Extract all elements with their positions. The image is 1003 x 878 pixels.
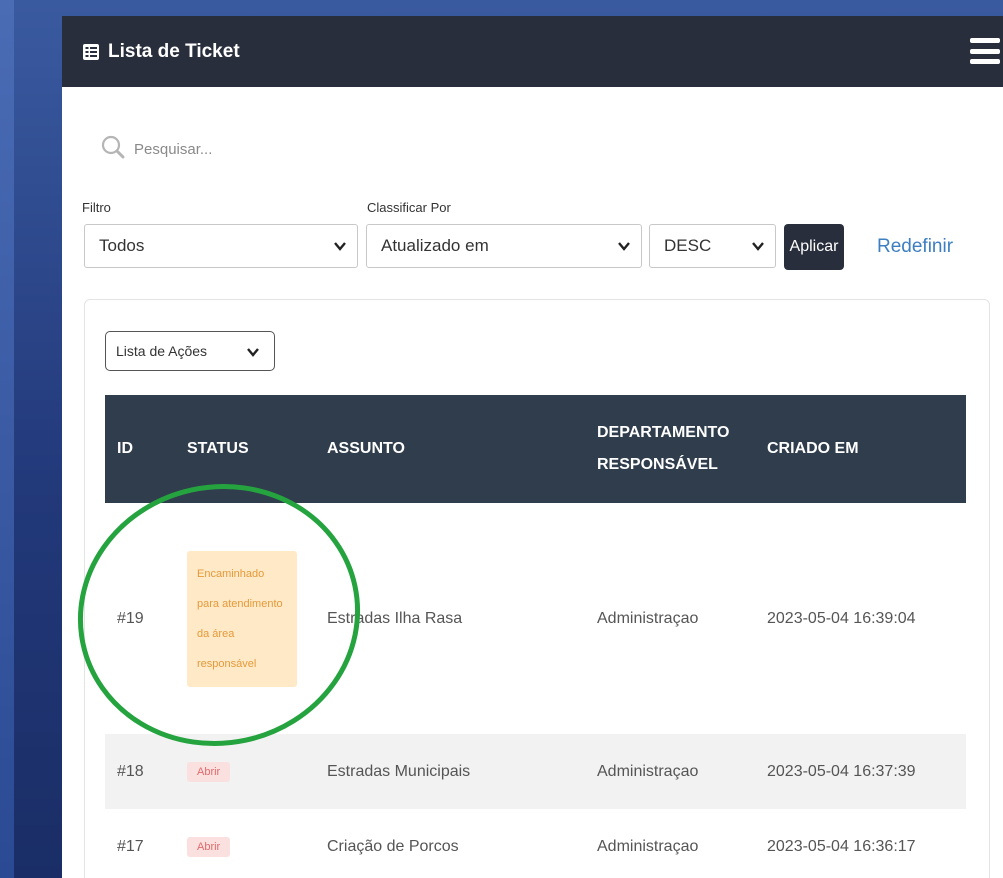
sort-label: Classificar Por: [367, 200, 451, 215]
table-row[interactable]: #19 Encaminhado para atendimento da área…: [105, 503, 966, 734]
search-bar[interactable]: [100, 134, 434, 164]
actions-select-label: Lista de Ações: [116, 343, 208, 359]
column-header-id[interactable]: ID: [105, 395, 175, 503]
table-header-row: ID STATUS ASSUNTO DEPARTAMENTO RESPONSÁV…: [105, 395, 966, 503]
ticket-id: #19: [117, 609, 144, 627]
column-header-department[interactable]: DEPARTAMENTO RESPONSÁVEL: [585, 395, 755, 503]
filter-select-value: Todos: [99, 236, 145, 255]
apply-button[interactable]: Aplicar: [784, 224, 844, 270]
hamburger-menu-icon[interactable]: [970, 36, 1000, 66]
column-header-created[interactable]: CRIADO EM: [755, 395, 966, 503]
actions-select[interactable]: Lista de Ações: [105, 331, 275, 371]
ticket-department: Administraçao: [597, 609, 699, 627]
search-input[interactable]: [134, 140, 434, 158]
ticket-subject[interactable]: Estradas Ilha Rasa: [315, 503, 585, 734]
ticket-status-cell: Abrir: [175, 809, 315, 878]
chevron-down-icon: [246, 345, 260, 362]
ticket-created: 2023-05-04 16:36:17: [767, 837, 916, 855]
ticket-created: 2023-05-04 16:37:39: [767, 762, 916, 780]
sort-select-value: Atualizado em: [381, 236, 489, 255]
ticket-department: Administraçao: [597, 837, 699, 855]
ticket-table-card: Lista de Ações ID STATUS ASSUNTO DEPARTA…: [84, 299, 990, 878]
column-header-subject[interactable]: ASSUNTO: [315, 395, 585, 503]
card-header: Lista de Ticket: [62, 16, 1003, 87]
column-header-status[interactable]: STATUS: [175, 395, 315, 503]
chevron-down-icon: [751, 238, 765, 258]
order-select-value: DESC: [664, 236, 712, 255]
chevron-down-icon: [617, 238, 631, 258]
order-select[interactable]: DESC: [649, 224, 776, 268]
column-header-department-line1: DEPARTAMENTO: [597, 424, 730, 441]
background-strip: [0, 0, 14, 878]
ticket-subject[interactable]: Estradas Municipais: [315, 734, 585, 809]
tickets-table: ID STATUS ASSUNTO DEPARTAMENTO RESPONSÁV…: [105, 395, 966, 878]
sort-select[interactable]: Atualizado em: [366, 224, 642, 268]
ticket-department: Administraçao: [597, 762, 699, 780]
reset-link[interactable]: Redefinir: [877, 236, 953, 258]
search-icon: [100, 134, 126, 164]
status-badge: Encaminhado para atendimento da área res…: [187, 550, 297, 687]
table-row[interactable]: #18 Abrir Estradas Municipais Administra…: [105, 734, 966, 809]
status-badge: Abrir: [187, 836, 231, 857]
page-title-text: Lista de Ticket: [108, 40, 240, 62]
page-title: Lista de Ticket: [62, 41, 240, 63]
filter-label: Filtro: [82, 200, 111, 215]
ticket-status-cell: Abrir: [175, 734, 315, 809]
ticket-created: 2023-05-04 16:39:04: [767, 609, 916, 627]
ticket-status-cell: Encaminhado para atendimento da área res…: [175, 503, 315, 734]
ticket-list-card: Lista de Ticket Filtro Classificar Por T…: [62, 16, 1003, 878]
ticket-id: #17: [117, 837, 144, 855]
status-badge: Abrir: [187, 761, 231, 782]
chevron-down-icon: [333, 238, 347, 258]
column-header-department-line2: RESPONSÁVEL: [597, 456, 718, 473]
list-icon: [82, 43, 100, 61]
ticket-id: #18: [117, 762, 144, 780]
filter-select[interactable]: Todos: [84, 224, 358, 268]
ticket-subject[interactable]: Criação de Porcos: [315, 809, 585, 878]
table-row[interactable]: #17 Abrir Criação de Porcos Administraça…: [105, 809, 966, 878]
